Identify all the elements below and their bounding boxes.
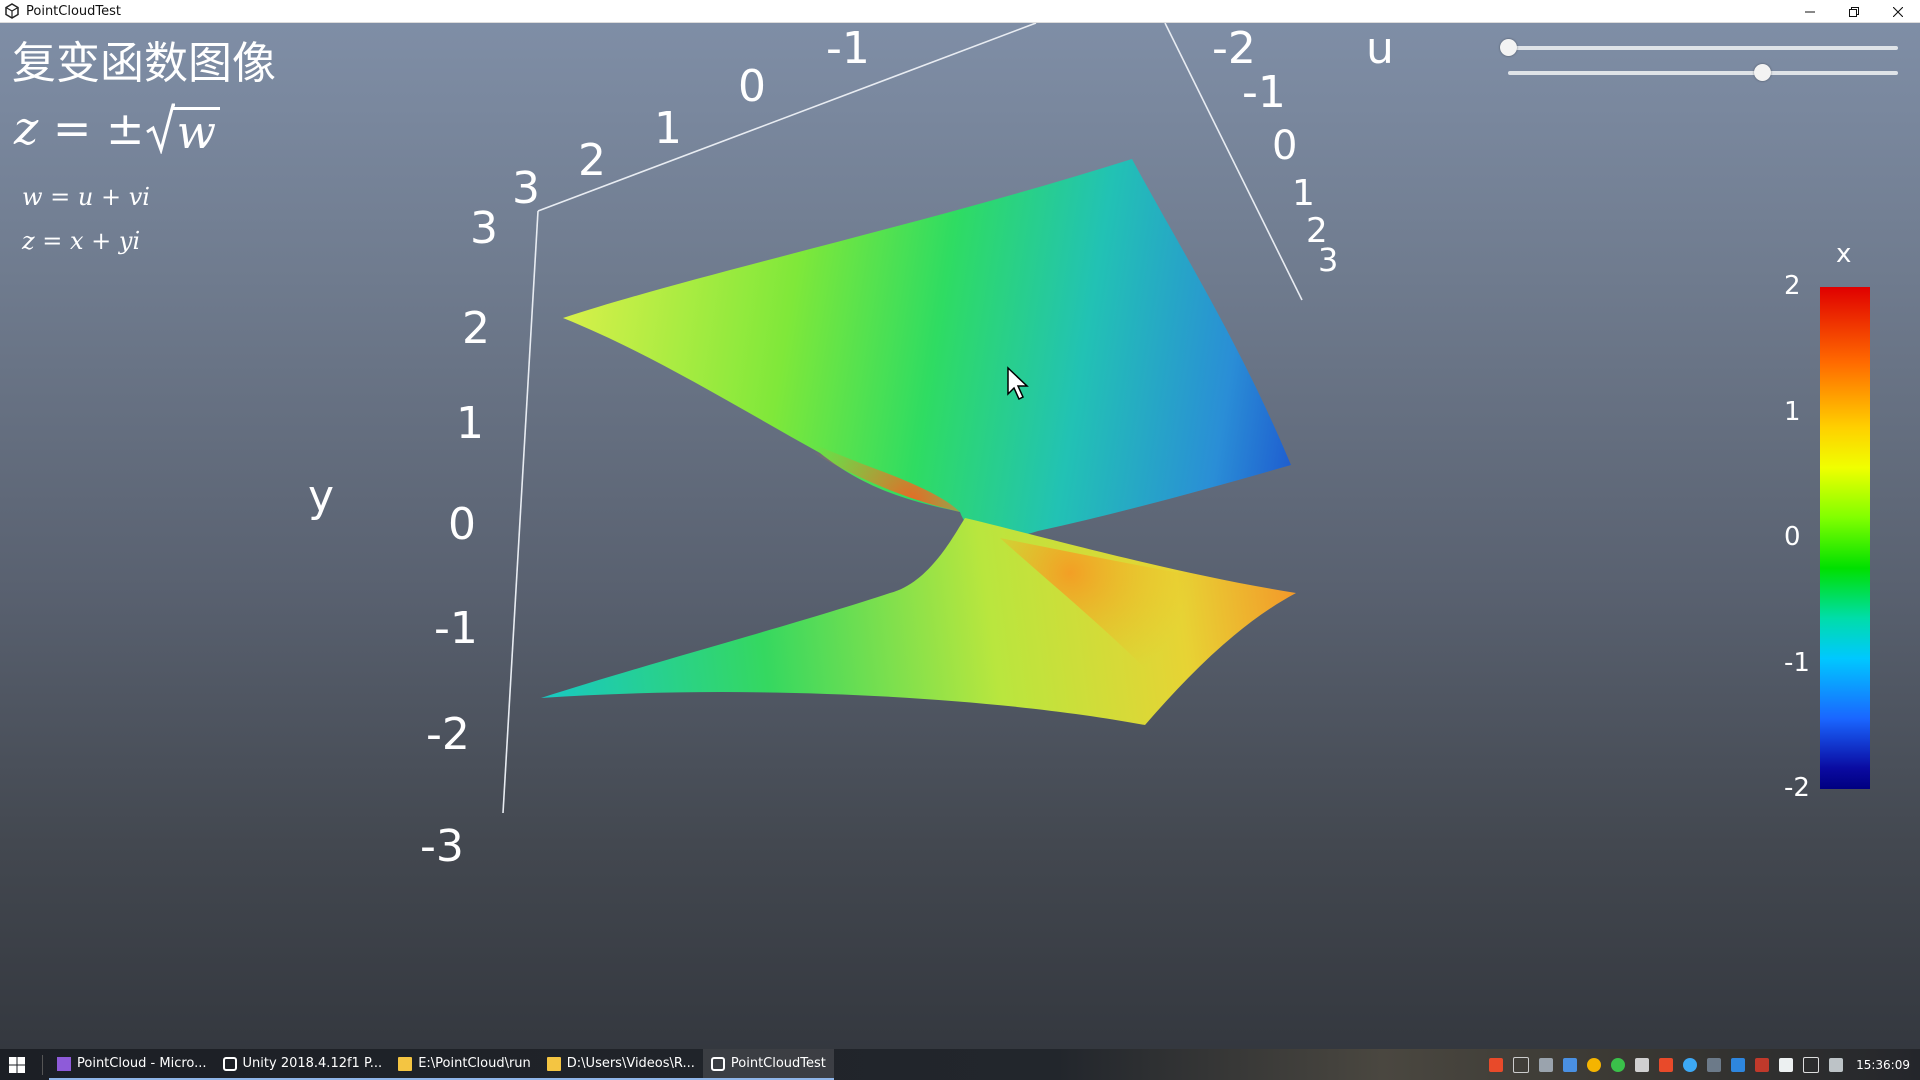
sqrt-symbol-icon — [145, 103, 175, 154]
surface-upper-sheet — [563, 159, 1291, 538]
sogou-icon[interactable] — [1489, 1057, 1504, 1072]
formula-w: w = u + vi — [22, 183, 150, 211]
y-tick-label: -1 — [434, 603, 478, 654]
system-tray: 15:36:09 — [1484, 1049, 1920, 1080]
taskbar-separator — [42, 1054, 43, 1075]
slider-1-track[interactable] — [1508, 46, 1898, 50]
formula-radicand: w — [172, 107, 220, 155]
taskbar-item[interactable]: PointCloud - Micro... — [49, 1049, 215, 1080]
taskbar-item-label: Unity 2018.4.12f1 P... — [242, 1056, 383, 1071]
y-tick-label: -3 — [420, 821, 464, 872]
minimize-button[interactable] — [1788, 0, 1832, 23]
window-title: PointCloudTest — [26, 3, 122, 19]
axis-line-top — [537, 23, 1037, 212]
y-axis-label: y — [308, 471, 335, 522]
formula-lhs: z = ± — [14, 101, 145, 155]
y-tick-label: -2 — [426, 709, 470, 760]
u-tick-label: 3 — [1318, 241, 1339, 279]
window-controls — [1788, 0, 1920, 22]
top-tick-label: 1 — [654, 103, 682, 154]
formula-main: z = ± w — [14, 101, 220, 155]
top-tick-label: 0 — [738, 61, 766, 112]
slider-2[interactable] — [1508, 63, 1898, 83]
sqrt: w — [145, 102, 220, 155]
top-tick-label: 2 — [578, 135, 606, 186]
browser-icon[interactable] — [1683, 1057, 1698, 1072]
visual-studio-icon — [57, 1056, 71, 1071]
y-tick-label: 3 — [470, 203, 498, 254]
wechat-icon[interactable] — [1611, 1057, 1626, 1072]
minimize-icon — [1805, 11, 1815, 12]
taskbar-item[interactable]: E:\PointCloud\run — [390, 1049, 539, 1080]
overlay-title: 复变函数图像 — [12, 38, 276, 89]
y-tick-label: 1 — [456, 398, 484, 449]
network-drive-icon[interactable] — [1539, 1057, 1554, 1072]
axis-line-left — [502, 210, 539, 814]
title-bar: PointCloudTest — [0, 0, 1920, 23]
screen: PointCloudTest 复变函数图像 z = ± w w = u + vi… — [0, 0, 1920, 1080]
display-icon[interactable] — [1803, 1056, 1820, 1073]
taskbar-item-label: PointCloudTest — [730, 1056, 826, 1071]
security-icon[interactable] — [1731, 1057, 1746, 1072]
start-button[interactable] — [0, 1049, 34, 1080]
slider-2-thumb[interactable] — [1753, 64, 1771, 81]
taskbar-apps: PointCloud - Micro... Unity 2018.4.12f1 P… — [49, 1049, 834, 1080]
scene-viewport[interactable]: 复变函数图像 z = ± w w = u + vi z = x + yi y 3… — [0, 23, 1920, 1049]
u-axis-label: u — [1366, 23, 1394, 74]
u-tick-label: 1 — [1292, 173, 1315, 214]
tray-app-icon[interactable] — [1755, 1057, 1770, 1072]
taskbar: PointCloud - Micro... Unity 2018.4.12f1 P… — [0, 1049, 1920, 1080]
y-tick-label: 0 — [448, 499, 476, 550]
usb-icon[interactable] — [1635, 1057, 1650, 1072]
taskbar-item[interactable]: Unity 2018.4.12f1 P... — [214, 1049, 391, 1080]
windows-logo-icon — [9, 1056, 25, 1073]
colorbar-label: x — [1836, 239, 1852, 269]
cloud-icon[interactable] — [1563, 1057, 1578, 1072]
scene-canvas — [502, 23, 1303, 814]
restore-icon — [1849, 6, 1859, 17]
volume-icon[interactable] — [1829, 1057, 1844, 1072]
app-tray-icon[interactable] — [1707, 1057, 1722, 1072]
unity-icon — [710, 1056, 725, 1071]
close-button[interactable] — [1876, 0, 1920, 23]
unity-icon — [222, 1056, 237, 1071]
top-tick-label: 3 — [512, 163, 540, 214]
taskbar-item[interactable]: D:\Users\Videos\R... — [538, 1049, 703, 1080]
pacman-icon[interactable] — [1587, 1057, 1602, 1072]
taskbar-item[interactable]: PointCloudTest — [702, 1049, 834, 1080]
slider-1-thumb[interactable] — [1500, 39, 1517, 56]
unity-app-icon — [5, 3, 19, 19]
taskbar-item-label: E:\PointCloud\run — [418, 1056, 531, 1071]
y-tick-label: 2 — [462, 303, 490, 354]
slider-1[interactable] — [1500, 38, 1898, 58]
mouse-cursor-icon — [1007, 366, 1029, 401]
restore-button[interactable] — [1832, 0, 1876, 23]
u-tick-label: 0 — [1272, 123, 1298, 169]
close-icon — [1893, 6, 1903, 17]
folder-icon — [398, 1056, 413, 1071]
formula-z: z = x + yi — [22, 227, 141, 255]
colorbar-tick-label: 1 — [1784, 396, 1801, 427]
top-tick-label: -1 — [826, 23, 870, 74]
folder-icon — [546, 1056, 561, 1071]
task-view-icon[interactable] — [1513, 1056, 1530, 1073]
colorbar-tick-label: -1 — [1784, 647, 1810, 678]
colorbar-tick-label: 2 — [1784, 271, 1801, 301]
colorbar-tick-label: -2 — [1784, 773, 1810, 803]
input-method-icon[interactable] — [1779, 1057, 1794, 1072]
taskbar-clock[interactable]: 15:36:09 — [1856, 1058, 1910, 1072]
taskbar-item-label: D:\Users\Videos\R... — [566, 1056, 695, 1071]
colorbar — [1820, 287, 1870, 789]
sogou-input-icon[interactable] — [1659, 1057, 1674, 1072]
taskbar-item-label: PointCloud - Micro... — [77, 1056, 207, 1071]
colorbar-tick-label: 0 — [1784, 522, 1801, 552]
u-tick-label: -1 — [1242, 67, 1286, 118]
slider-2-track[interactable] — [1508, 71, 1898, 75]
